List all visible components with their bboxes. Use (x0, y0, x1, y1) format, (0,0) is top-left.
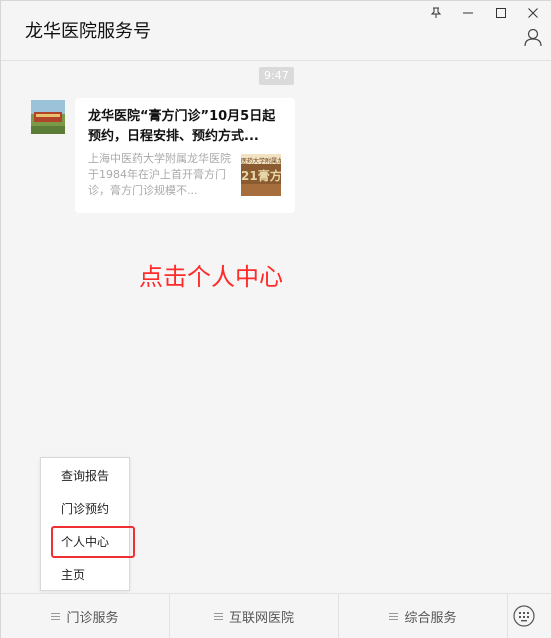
hospital-avatar-image (31, 100, 65, 134)
pin-button[interactable] (423, 3, 449, 23)
tab-outpatient-service[interactable]: 门诊服务 (1, 594, 169, 638)
close-icon (528, 8, 538, 18)
menu-lines-icon (389, 612, 399, 620)
account-avatar[interactable] (31, 100, 65, 134)
keyboard-toggle-button[interactable] (512, 604, 536, 628)
instruction-annotation: 点击个人中心 (139, 263, 283, 291)
bottom-menu-bar: 门诊服务 互联网医院 综合服务 (1, 593, 551, 638)
tab-general-service[interactable]: 综合服务 (339, 594, 507, 638)
submenu-popup: 查询报告 门诊预约 个人中心 主页 (40, 457, 130, 591)
menu-item-home[interactable]: 主页 (41, 559, 129, 592)
article-card[interactable]: 龙华医院“膏方门诊”10月5日起预约，日程安排、预约方式... 上海中医药大学附… (75, 98, 295, 213)
article-thumbnail: 医药大学附属龙华 21膏方 (241, 154, 281, 196)
tab-label: 综合服务 (404, 610, 457, 626)
minimize-button[interactable] (455, 3, 481, 23)
article-description: 上海中医药大学附属龙华医院于1984年在沪上首开膏方门诊，膏方门诊规模不... (88, 152, 231, 197)
tab-internet-hospital[interactable]: 互联网医院 (170, 594, 338, 638)
minimize-icon (463, 12, 473, 14)
tab-label: 门诊服务 (66, 610, 119, 626)
tab-label: 互联网医院 (228, 610, 294, 626)
pin-icon (430, 7, 442, 18)
title-bar: 龙华医院服务号 (1, 1, 551, 61)
highlight-box (51, 526, 135, 558)
menu-lines-icon (213, 612, 223, 620)
maximize-button[interactable] (488, 3, 514, 23)
person-icon (524, 28, 542, 47)
close-button[interactable] (520, 3, 546, 23)
account-title: 龙华医院服务号 (25, 21, 151, 42)
thumbnail-caption: 医药大学附属龙华 (241, 158, 281, 165)
tab-divider (507, 594, 508, 638)
keyboard-icon (513, 605, 535, 627)
chat-window: 龙华医院服务号 9:47 龙华医院“膏方门诊”10月5日起预约，日程安排、预约方… (0, 0, 552, 638)
thumbnail-text: 21膏方 (241, 169, 281, 183)
maximize-icon (496, 8, 506, 18)
article-title: 龙华医院“膏方门诊”10月5日起预约，日程安排、预约方式... (88, 109, 276, 144)
menu-lines-icon (51, 612, 61, 620)
menu-item-query-report[interactable]: 查询报告 (41, 460, 129, 493)
message-timestamp: 9:47 (259, 67, 294, 85)
profile-button[interactable] (523, 27, 543, 47)
menu-item-outpatient-booking[interactable]: 门诊预约 (41, 493, 129, 526)
